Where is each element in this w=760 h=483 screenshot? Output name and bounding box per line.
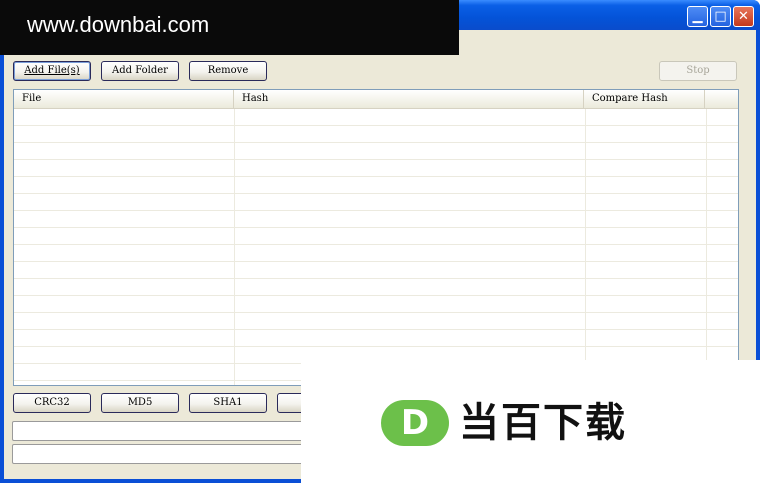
list-body[interactable]	[14, 109, 738, 385]
column-header-file[interactable]: File	[14, 90, 234, 108]
sha1-button[interactable]: SHA1	[189, 393, 267, 413]
add-folder-button[interactable]: Add Folder	[101, 61, 179, 81]
crc32-label: CRC32	[34, 397, 70, 408]
table-row[interactable]	[14, 194, 738, 211]
table-row[interactable]	[14, 330, 738, 347]
table-row[interactable]	[14, 160, 738, 177]
list-header: File Hash Compare Hash	[14, 90, 738, 109]
watermark-banner: www.downbai.com	[0, 0, 459, 55]
add-files-button[interactable]: Add File(s)	[13, 61, 91, 81]
add-folder-label: Add Folder	[112, 65, 168, 76]
table-row[interactable]	[14, 262, 738, 279]
table-row[interactable]	[14, 279, 738, 296]
watermark-logo-text: 当百下载	[459, 400, 627, 446]
table-row[interactable]	[14, 245, 738, 262]
minimize-button[interactable]: ▁	[687, 6, 708, 27]
crc32-button[interactable]: CRC32	[13, 393, 91, 413]
table-row[interactable]	[14, 177, 738, 194]
table-row[interactable]	[14, 211, 738, 228]
stop-label: Stop	[686, 65, 710, 76]
stop-button[interactable]: Stop	[659, 61, 737, 81]
table-row[interactable]	[14, 109, 738, 126]
watermark-site-text: www.downbai.com	[27, 12, 210, 37]
window-controls: ▁ □ ✕	[687, 6, 754, 27]
table-row[interactable]	[14, 296, 738, 313]
column-header-hash[interactable]: Hash	[234, 90, 584, 108]
table-row[interactable]	[14, 228, 738, 245]
remove-button[interactable]: Remove	[189, 61, 267, 81]
watermark-logo-letter: D	[400, 403, 430, 443]
add-files-label: Add File(s)	[24, 65, 80, 76]
table-row[interactable]	[14, 313, 738, 330]
file-hash-list[interactable]: File Hash Compare Hash	[13, 89, 739, 386]
table-row[interactable]	[14, 143, 738, 160]
md5-label: MD5	[127, 397, 153, 408]
md5-button[interactable]: MD5	[101, 393, 179, 413]
column-header-compare-hash[interactable]: Compare Hash	[584, 90, 705, 108]
table-row[interactable]	[14, 126, 738, 143]
remove-label: Remove	[207, 65, 249, 76]
watermark-logo-box: D 当百下载	[301, 360, 760, 483]
watermark-logo-icon: D	[381, 400, 449, 446]
close-button[interactable]: ✕	[733, 6, 754, 27]
maximize-button[interactable]: □	[710, 6, 731, 27]
sha1-label: SHA1	[213, 397, 243, 408]
